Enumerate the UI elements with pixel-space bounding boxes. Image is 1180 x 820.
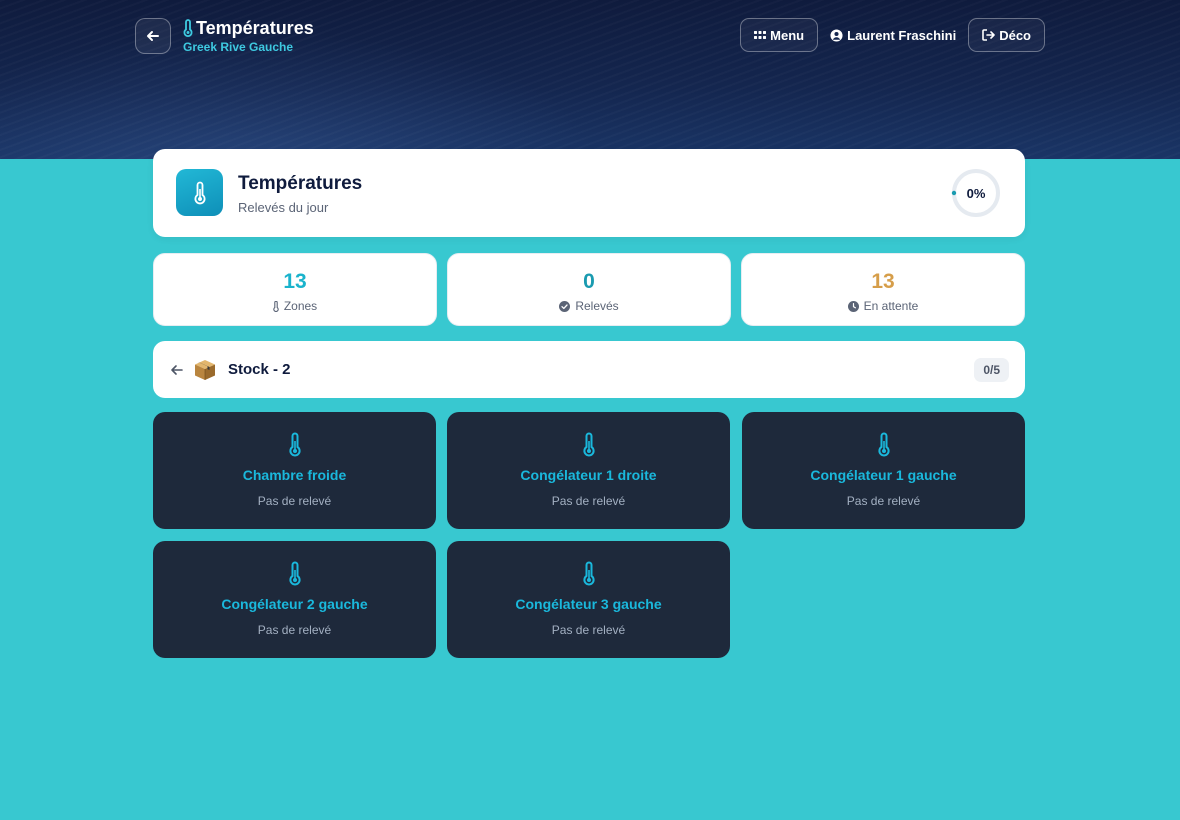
stat-value: 13 — [283, 270, 307, 293]
menu-button[interactable]: Menu — [740, 18, 819, 52]
zone-status: Pas de relevé — [551, 623, 626, 637]
thermometer-icon — [447, 561, 730, 587]
grid-icon — [754, 31, 767, 39]
menu-label: Menu — [770, 27, 805, 43]
thermometer-icon — [153, 432, 436, 458]
logout-button[interactable]: Déco — [968, 18, 1045, 52]
zone-name: Congélateur 2 gauche — [221, 596, 368, 612]
stat-label: En attente — [863, 299, 919, 313]
thermometer-icon — [273, 300, 279, 312]
thermometer-icon — [194, 181, 205, 204]
site-name: Greek Rive Gauche — [183, 40, 294, 54]
zone-name: Congélateur 3 gauche — [515, 596, 662, 612]
stat-card-releves: 0 Relevés — [447, 253, 731, 326]
zone-card-congelateur-1-gauche[interactable]: Congélateur 1 gauche Pas de relevé — [742, 412, 1025, 529]
stat-label: Relevés — [575, 299, 619, 313]
stock-count-badge: 0/5 — [974, 358, 1009, 382]
app-title-block: Températures Greek Rive Gauche — [183, 18, 314, 54]
stat-card-zones: 13 Zones — [153, 253, 437, 326]
stat-value: 13 — [871, 270, 895, 293]
summary-icon-tile — [176, 169, 223, 216]
thermometer-icon — [183, 19, 193, 37]
box-icon — [193, 358, 217, 387]
stock-section-header: Stock - 2 0/5 — [153, 341, 1025, 398]
zone-card-congelateur-3-gauche[interactable]: Congélateur 3 gauche Pas de relevé — [447, 541, 730, 658]
zone-status: Pas de relevé — [551, 494, 626, 508]
zone-status: Pas de relevé — [257, 623, 332, 637]
thermometer-icon — [447, 432, 730, 458]
user-circle-icon — [830, 28, 843, 42]
zone-name: Congélateur 1 gauche — [810, 467, 957, 483]
user-info: Laurent Fraschini — [830, 28, 956, 43]
zone-name: Chambre froide — [242, 467, 347, 483]
zone-status: Pas de relevé — [846, 494, 921, 508]
thermometer-icon — [742, 432, 1025, 458]
stat-value: 0 — [583, 270, 595, 293]
stock-title: Stock - 2 — [228, 361, 291, 378]
clock-icon — [847, 300, 859, 312]
check-circle-icon — [559, 300, 571, 312]
zone-card-chambre-froide[interactable]: Chambre froide Pas de relevé — [153, 412, 436, 529]
summary-subtitle: Relevés du jour — [238, 200, 329, 215]
stat-card-pending: 13 En attente — [741, 253, 1025, 326]
zone-name: Congélateur 1 droite — [520, 467, 657, 483]
stat-label: Zones — [283, 299, 318, 313]
summary-title: Températures — [238, 173, 363, 194]
logout-label: Déco — [999, 27, 1031, 43]
zone-card-congelateur-1-droite[interactable]: Congélateur 1 droite Pas de relevé — [447, 412, 730, 529]
app-title: Températures — [196, 18, 314, 38]
thermometer-icon — [153, 561, 436, 587]
progress-percent: 0% — [966, 185, 986, 201]
top-bar: Températures Greek Rive Gauche Menu Laur… — [135, 18, 1045, 54]
zone-status: Pas de relevé — [257, 494, 332, 508]
back-button[interactable] — [135, 18, 171, 54]
arrow-left-icon — [147, 31, 159, 41]
stock-back-button[interactable] — [165, 358, 189, 382]
arrow-left-icon — [171, 365, 183, 375]
user-name: Laurent Fraschini — [847, 27, 957, 43]
zone-card-congelateur-2-gauche[interactable]: Congélateur 2 gauche Pas de relevé — [153, 541, 436, 658]
logout-icon — [982, 29, 996, 41]
summary-card: Températures Relevés du jour 0% — [153, 149, 1025, 237]
